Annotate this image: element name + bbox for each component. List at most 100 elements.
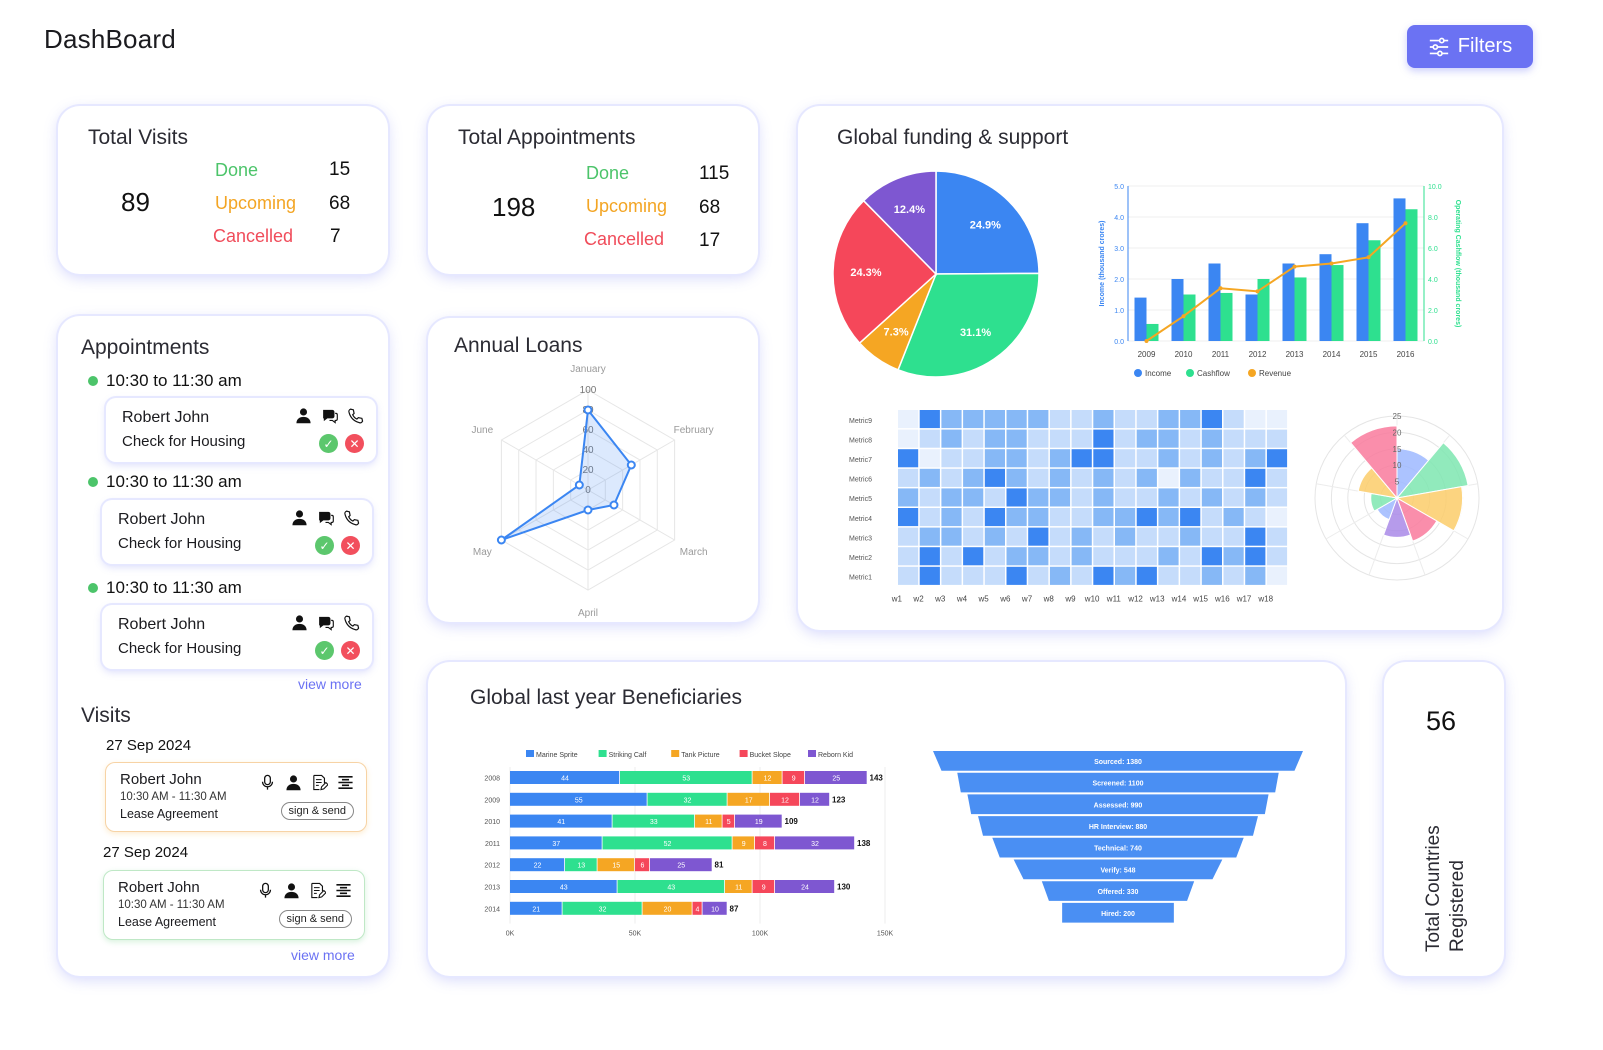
visits-upcoming-value: 68 [329, 193, 351, 214]
total-countries-card: 56 Total Countries Registered [1384, 662, 1504, 976]
reject-button[interactable]: ✕ [341, 536, 360, 555]
sign-and-send-button[interactable]: sign & send [280, 802, 354, 820]
heatmap-col-label: w2 [912, 594, 924, 603]
heatmap-cell [1006, 547, 1027, 566]
combo-y-tick: 0.0 [1114, 339, 1124, 346]
appointment-name: Robert John [122, 409, 210, 426]
approve-button[interactable]: ✓ [319, 434, 338, 453]
filters-button[interactable]: Filters [1407, 25, 1533, 68]
heatmap-cell [1006, 429, 1027, 448]
total-appointments-card: Total Appointments 198 Done 115 Upcoming… [428, 106, 758, 274]
chat-icon[interactable] [321, 407, 338, 424]
appointment-item[interactable]: Robert John Check for Housing ✓ ✕ [106, 398, 376, 462]
stacked-bar-label: 19 [755, 819, 763, 826]
appointment-actions [291, 614, 360, 631]
heatmap-cell [941, 547, 962, 566]
stacked-total-label: 87 [730, 904, 739, 913]
heatmap-cell [1071, 527, 1092, 546]
check-icon: ✓ [319, 643, 330, 658]
visit-item[interactable]: Robert John 10:30 AM - 11:30 AM Lease Ag… [105, 762, 367, 832]
heatmap-cell [919, 547, 940, 566]
stacked-bar-label: 11 [735, 885, 742, 892]
reject-button[interactable]: ✕ [345, 434, 364, 453]
heatmap-cell [1158, 508, 1179, 527]
mic-icon[interactable] [259, 774, 276, 791]
approve-button[interactable]: ✓ [315, 536, 334, 555]
appointments-done-value: 115 [699, 163, 730, 184]
stacked-y-tick: 2013 [484, 885, 500, 892]
sign-and-send-button[interactable]: sign & send [278, 910, 352, 928]
stacked-total-label: 123 [832, 795, 846, 804]
user-icon[interactable] [285, 774, 302, 791]
appointment-time-text: 10:30 to 11:30 am [106, 578, 242, 597]
chat-icon[interactable] [317, 614, 334, 631]
combo-y2-tick: 2.0 [1428, 308, 1438, 315]
edit-document-icon[interactable] [309, 882, 327, 899]
heatmap-cell [919, 468, 940, 487]
visits-view-more-link[interactable]: view more [291, 947, 355, 963]
heatmap-cell [1180, 410, 1201, 429]
phone-icon[interactable] [347, 407, 364, 424]
visit-date: 27 Sep 2024 [103, 844, 189, 861]
heatmap-cell [1093, 488, 1114, 507]
heatmap-col-label: w14 [1171, 594, 1187, 603]
stacked-bar-label: 9 [762, 885, 766, 892]
appointment-name: Robert John [118, 616, 206, 633]
heatmap-cell [1136, 566, 1157, 585]
appointments-cancelled-label: Cancelled [584, 229, 665, 249]
combo-y-label: Income (thousand crores) [1099, 221, 1106, 307]
heatmap-cell [1266, 429, 1288, 448]
appointment-item[interactable]: Robert John Check for Housing ✓ ✕ [102, 605, 372, 669]
stacked-bar-label: 5 [727, 819, 731, 826]
heatmap-cell [1245, 527, 1266, 546]
heatmap-cell [1071, 508, 1092, 527]
heatmap-cell [1266, 449, 1288, 468]
heatmap-cell [1266, 488, 1288, 507]
list-icon[interactable] [335, 882, 352, 899]
beneficiaries-card: Global last year Beneficiaries 0K 50K 100K… [428, 662, 1345, 976]
phone-icon[interactable] [343, 614, 360, 631]
combo-bar-income [1393, 198, 1406, 341]
stacked-legend-marker [808, 750, 816, 757]
mic-icon[interactable] [257, 882, 274, 899]
stacked-bar-label: 32 [811, 841, 819, 848]
heatmap-cell [1158, 566, 1179, 585]
heatmap-cell [1136, 527, 1157, 546]
appointment-item[interactable]: Robert John Check for Housing ✓ ✕ [102, 500, 372, 564]
heatmap-row-label: Metric9 [849, 418, 872, 425]
funnel-stage-label: Hired: 200 [1101, 911, 1135, 918]
stacked-y-tick: 2010 [484, 819, 500, 826]
heatmap-cell [1049, 488, 1071, 507]
radar-axis-label: June [472, 425, 494, 436]
list-icon[interactable] [337, 774, 354, 791]
heatmap-cell [1245, 468, 1266, 487]
stacked-y-tick: 2008 [484, 776, 500, 783]
heatmap-cell [984, 508, 1005, 527]
heatmap-cell [1245, 566, 1266, 585]
heatmap-cell [1180, 429, 1201, 448]
approve-button[interactable]: ✓ [315, 641, 334, 660]
phone-icon[interactable] [343, 509, 360, 526]
stacked-total-label: 109 [785, 817, 799, 826]
visit-item[interactable]: Robert John 10:30 AM - 11:30 AM Lease Ag… [103, 870, 365, 940]
combo-x-tick: 2013 [1286, 350, 1304, 359]
user-icon[interactable] [291, 614, 308, 631]
heatmap-cell [1180, 547, 1201, 566]
appointments-view-more-link[interactable]: view more [298, 676, 362, 692]
user-icon[interactable] [291, 509, 308, 526]
appointment-name: Robert John [118, 511, 206, 528]
global-funding-charts: 24.9% 31.1% 7.3% 24.3% 12.4% 0.0 1.0 2.0 3.0 4.0 5… [832, 170, 1480, 603]
edit-document-icon[interactable] [311, 774, 329, 791]
polar-tick-label: 25 [1393, 412, 1402, 421]
pie-slice-label: 12.4% [894, 204, 925, 216]
combo-legend-label: Cashflow [1197, 369, 1230, 378]
appointment-desc: Check for Housing [118, 535, 242, 552]
user-icon[interactable] [295, 407, 312, 424]
reject-button[interactable]: ✕ [341, 641, 360, 660]
visit-time: 10:30 AM - 11:30 AM [118, 899, 225, 911]
heatmap-cell [1223, 410, 1244, 429]
heatmap-cell [1266, 410, 1288, 429]
chat-icon[interactable] [317, 509, 334, 526]
user-icon[interactable] [283, 882, 300, 899]
radar-point [609, 500, 619, 510]
